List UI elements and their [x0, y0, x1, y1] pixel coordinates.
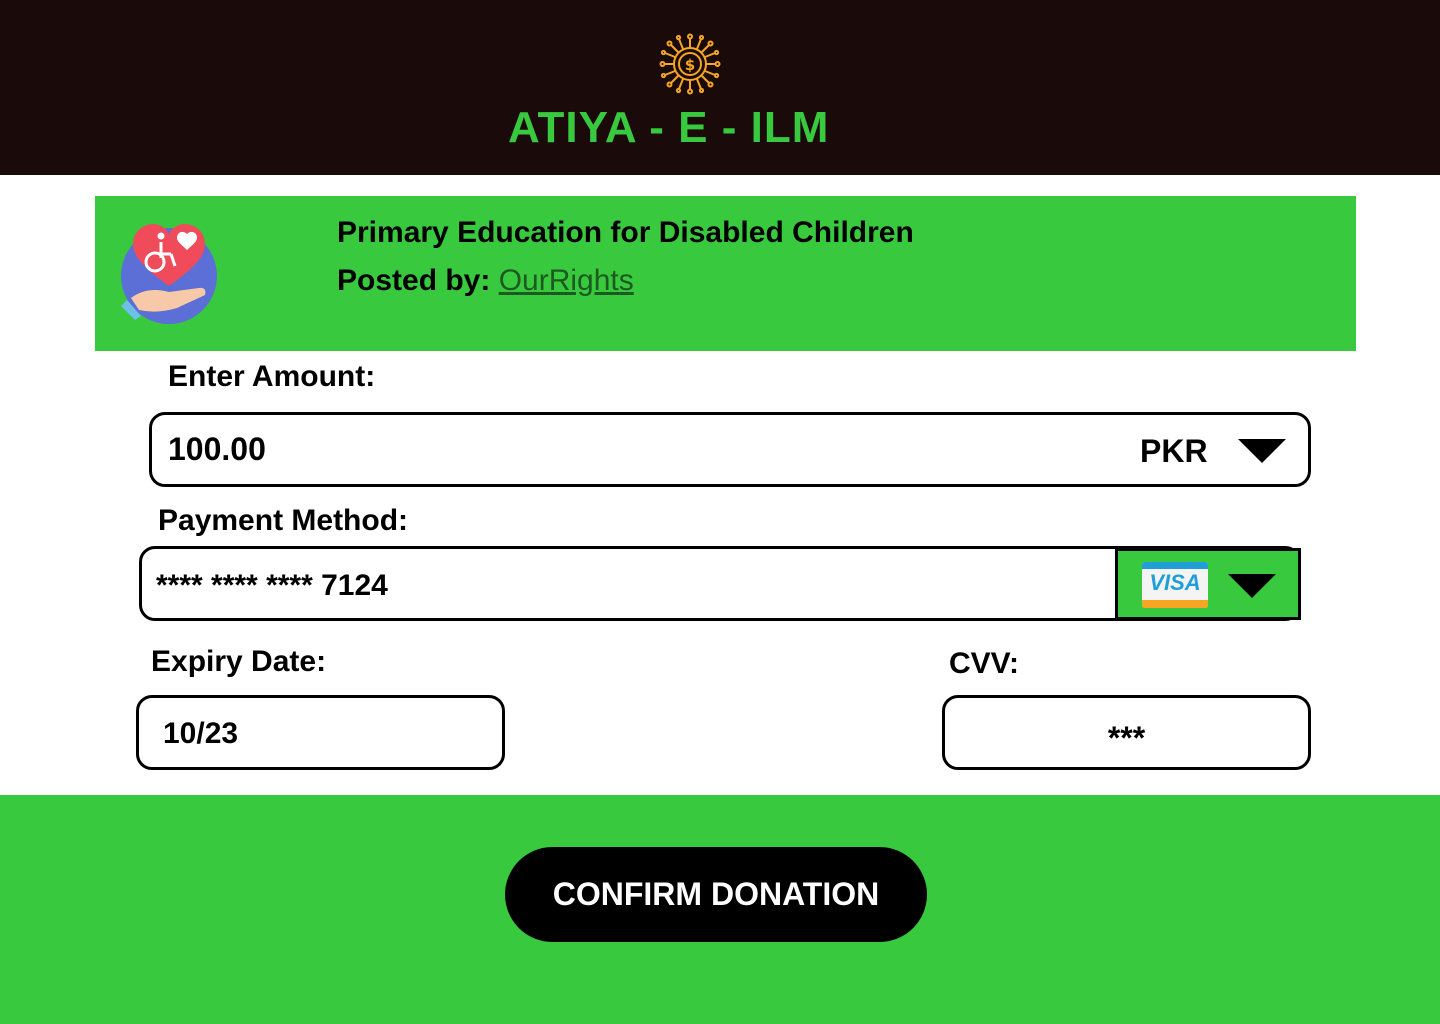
app-brand-title: ATIYA - E - ILM [508, 103, 830, 152]
card-number-value[interactable]: **** **** **** 7124 [156, 569, 388, 603]
currency-value[interactable]: PKR [1140, 433, 1208, 470]
posted-by-line: Posted by: OurRights [337, 264, 634, 298]
expiry-date-value[interactable]: 10/23 [163, 717, 238, 751]
posted-by-label: Posted by: [337, 264, 491, 297]
cvv-value[interactable]: *** [945, 720, 1308, 757]
amount-field[interactable]: 100.00 PKR [149, 412, 1311, 487]
payment-method-dropdown-icon[interactable] [1228, 574, 1276, 598]
dollar-circuit-icon: $ [659, 33, 721, 95]
amount-label: Enter Amount: [168, 360, 376, 393]
visa-card-icon: VISA [1142, 562, 1208, 608]
campaign-card: Primary Education for Disabled Children … [95, 196, 1356, 351]
svg-text:$: $ [685, 56, 695, 74]
campaign-title: Primary Education for Disabled Children [337, 216, 914, 249]
app-header: $ ATIYA - E - ILM [0, 0, 1440, 175]
expiry-date-label: Expiry Date: [151, 645, 327, 678]
disability-heart-hand-icon [121, 224, 217, 324]
payment-method-selector[interactable]: VISA [1115, 548, 1301, 620]
cvv-label: CVV: [949, 647, 1020, 680]
visa-band-bottom [1142, 600, 1208, 608]
currency-dropdown-icon[interactable] [1238, 439, 1286, 463]
expiry-date-field[interactable]: 10/23 [136, 695, 505, 770]
visa-band-top [1142, 562, 1208, 569]
payment-method-label: Payment Method: [158, 504, 409, 537]
confirm-donation-button[interactable]: CONFIRM DONATION [505, 847, 927, 942]
visa-text: VISA [1149, 570, 1201, 595]
cvv-field[interactable]: *** [942, 695, 1311, 770]
posted-by-link[interactable]: OurRights [499, 264, 634, 297]
amount-value[interactable]: 100.00 [168, 431, 266, 468]
